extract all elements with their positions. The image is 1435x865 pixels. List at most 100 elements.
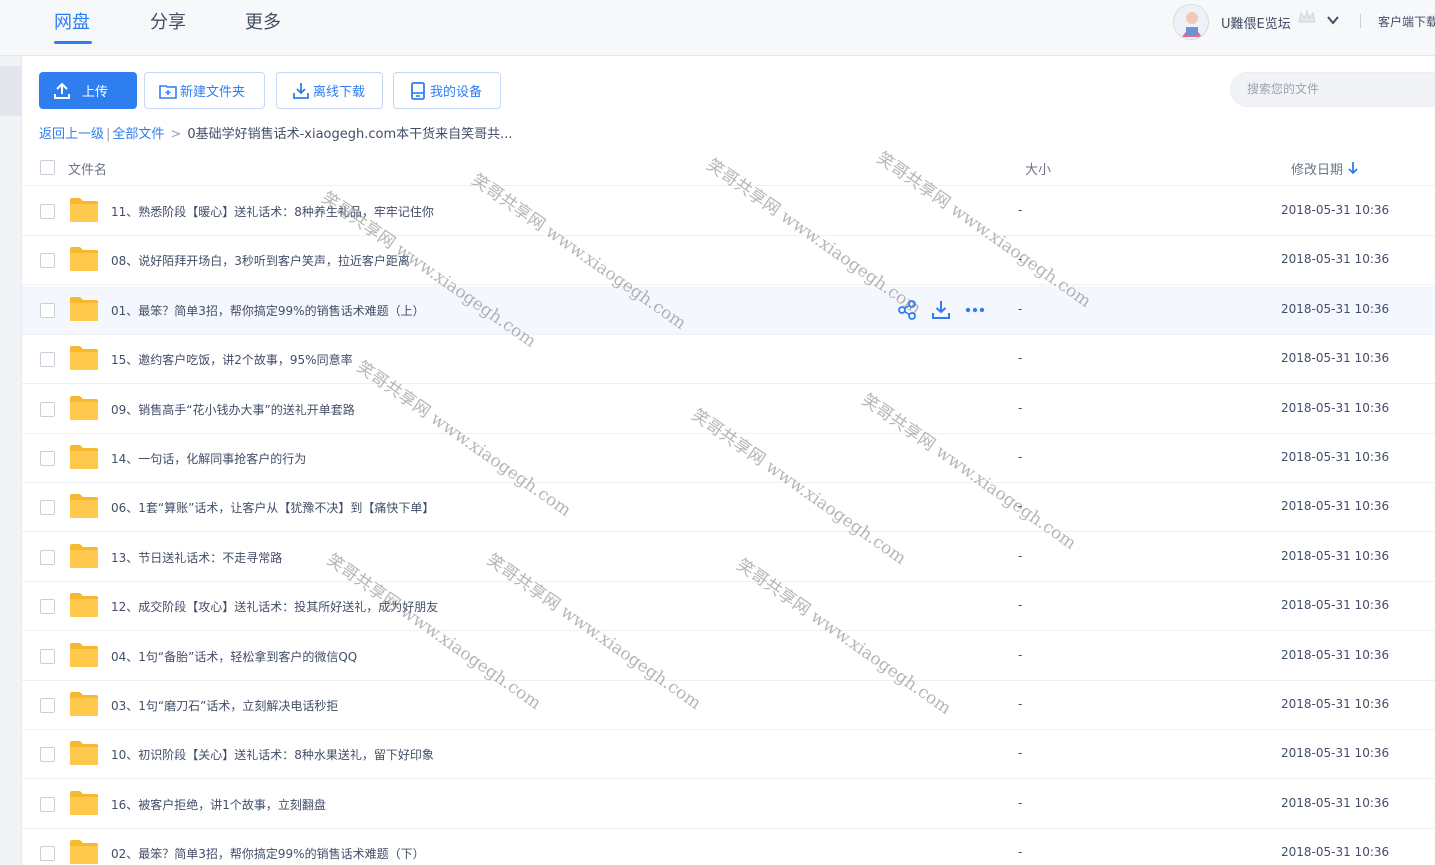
file-name[interactable]: 14、一句话，化解同事抢客户的行为 xyxy=(111,450,306,467)
table-row[interactable]: 13、节日送礼话术：不走寻常路 - 2018-05-31 10:36 xyxy=(22,532,1435,582)
tab-netdisk[interactable]: 网盘 xyxy=(54,8,90,34)
table-row[interactable]: 03、1句“磨刀石”话术，立刻解决电话秒拒 - 2018-05-31 10:36 xyxy=(22,681,1435,730)
more-options-icon[interactable] xyxy=(964,299,986,321)
table-row[interactable]: 10、初识阶段【关心】送礼话术：8种水果送礼，留下好印象 - 2018-05-31 … xyxy=(22,730,1435,780)
client-download-link[interactable]: 客户端下载 xyxy=(1378,13,1435,30)
row-checkbox[interactable] xyxy=(40,204,55,219)
file-name[interactable]: 08、说好陌拜开场白，3秒听到客户笑声，拉近客户距离 xyxy=(111,252,410,269)
folder-plus-icon xyxy=(159,84,177,99)
file-date: 2018-05-31 10:36 xyxy=(1281,697,1390,711)
file-date: 2018-05-31 10:36 xyxy=(1281,746,1390,761)
tab-share[interactable]: 分享 xyxy=(150,8,186,34)
file-name[interactable]: 09、销售高手“花小钱办大事”的送礼开单套路 xyxy=(111,401,355,418)
file-name[interactable]: 16、被客户拒绝，讲1个故事，立刻翻盘 xyxy=(111,796,326,813)
column-header-size[interactable]: 大小 xyxy=(1025,159,1051,178)
folder-icon xyxy=(70,840,98,865)
table-row[interactable]: 09、销售高手“花小钱办大事”的送礼开单套路 - 2018-05-31 10:36 xyxy=(22,384,1435,434)
column-header-date[interactable]: 修改日期 xyxy=(1291,159,1343,178)
file-name[interactable]: 15、邀约客户吃饭，讲2个故事，95%同意率 xyxy=(111,351,353,368)
file-name[interactable]: 11、熟悉阶段【暖心】送礼话术：8种养生礼品，牢牢记住你 xyxy=(111,203,434,220)
folder-icon xyxy=(70,593,98,618)
tab-more[interactable]: 更多 xyxy=(245,8,281,34)
table-row[interactable]: 01、最笨？简单3招，帮你搞定99%的销售话术难题（上） - 2018-05-31 … xyxy=(22,285,1435,335)
column-header-name[interactable]: 文件名 xyxy=(68,159,107,178)
file-name[interactable]: 04、1句“备胎”话术，轻松拿到客户的微信QQ xyxy=(111,648,357,665)
chevron-down-icon[interactable] xyxy=(1326,13,1340,27)
folder-icon xyxy=(70,395,98,420)
table-row[interactable]: 11、熟悉阶段【暖心】送礼话术：8种养生礼品，牢牢记住你 - 2018-05-31 … xyxy=(22,187,1435,236)
file-name[interactable]: 13、节日送礼话术：不走寻常路 xyxy=(111,549,282,566)
file-name[interactable]: 12、成交阶段【攻心】送礼话术：投其所好送礼，成为好朋友 xyxy=(111,598,438,615)
file-name[interactable]: 02、最笨？简单3招，帮你搞定99%的销售话术难题（下） xyxy=(111,845,425,862)
upload-button[interactable]: 上传 xyxy=(39,72,137,109)
breadcrumb-all-files-link[interactable]: 全部文件 xyxy=(112,127,164,142)
row-checkbox[interactable] xyxy=(40,253,55,269)
folder-icon xyxy=(70,543,98,568)
my-devices-button[interactable]: 我的设备 xyxy=(393,72,501,109)
file-size: - xyxy=(1018,252,1023,267)
file-date: 2018-05-31 10:36 xyxy=(1281,598,1390,613)
row-checkbox[interactable] xyxy=(40,549,55,565)
new-folder-button[interactable]: 新建文件夹 xyxy=(144,72,265,109)
row-checkbox[interactable] xyxy=(40,796,55,812)
file-name[interactable]: 01、最笨？简单3招，帮你搞定99%的销售话术难题（上） xyxy=(111,302,425,319)
table-row[interactable]: 15、邀约客户吃饭，讲2个故事，95%同意率 - 2018-05-31 10:36 xyxy=(22,335,1435,385)
folder-icon xyxy=(70,741,98,766)
file-date: 2018-05-31 10:36 xyxy=(1281,548,1390,563)
file-size: - xyxy=(1018,598,1023,613)
row-checkbox[interactable] xyxy=(40,846,55,862)
row-checkbox[interactable] xyxy=(40,599,55,615)
row-actions xyxy=(896,299,990,321)
row-checkbox[interactable] xyxy=(40,451,55,466)
select-all-checkbox[interactable] xyxy=(40,160,55,175)
folder-icon xyxy=(70,642,98,667)
file-name[interactable]: 03、1句“磨刀石”话术，立刻解决电话秒拒 xyxy=(111,697,338,714)
file-date: 2018-05-31 10:36 xyxy=(1281,499,1390,514)
search-input[interactable]: 搜索您的文件 xyxy=(1230,72,1435,107)
row-checkbox[interactable] xyxy=(40,352,55,368)
row-checkbox[interactable] xyxy=(40,302,55,318)
download-icon[interactable] xyxy=(930,299,952,321)
folder-icon xyxy=(70,692,98,716)
folder-icon xyxy=(70,494,98,519)
file-name[interactable]: 06、1套“算账”话术，让客户从【犹豫不决】到【痛快下单】 xyxy=(111,499,434,516)
table-row[interactable]: 04、1句“备胎”话术，轻松拿到客户的微信QQ - 2018-05-31 10:36 xyxy=(22,631,1435,681)
file-size: - xyxy=(1018,203,1023,217)
file-name[interactable]: 10、初识阶段【关心】送礼话术：8种水果送礼，留下好印象 xyxy=(111,746,434,763)
file-size: - xyxy=(1018,400,1023,415)
breadcrumb: 返回上一级 | 全部文件 >0基础学好销售话术-xiaogegh.com本干货来自笑哥… xyxy=(39,123,513,142)
sidebar-selected-item[interactable] xyxy=(0,66,22,116)
table-row[interactable]: 08、说好陌拜开场白，3秒听到客户笑声，拉近客户距离 - 2018-05-31 10… xyxy=(22,236,1435,286)
file-size: - xyxy=(1018,845,1023,860)
table-row[interactable]: 14、一句话，化解同事抢客户的行为 - 2018-05-31 10:36 xyxy=(22,434,1435,483)
table-row[interactable]: 06、1套“算账”话术，让客户从【犹豫不决】到【痛快下单】 - 2018-05-31… xyxy=(22,483,1435,533)
breadcrumb-separator: | xyxy=(106,127,111,142)
upload-icon xyxy=(54,82,70,99)
folder-icon xyxy=(70,296,98,321)
file-date: 2018-05-31 10:36 xyxy=(1281,252,1390,267)
file-size: - xyxy=(1018,697,1023,711)
vip-crown-icon xyxy=(1298,9,1316,23)
folder-icon xyxy=(70,247,98,272)
row-checkbox[interactable] xyxy=(40,401,55,417)
row-checkbox[interactable] xyxy=(40,698,55,713)
row-checkbox[interactable] xyxy=(40,648,55,664)
file-size: - xyxy=(1018,450,1023,464)
sort-arrow-down-icon[interactable] xyxy=(1347,161,1359,175)
share-icon[interactable] xyxy=(896,299,918,321)
row-checkbox[interactable] xyxy=(40,500,55,516)
avatar[interactable] xyxy=(1173,4,1209,40)
offline-download-button[interactable]: 离线下载 xyxy=(276,72,383,109)
table-row[interactable]: 02、最笨？简单3招，帮你搞定99%的销售话术难题（下） - 2018-05-31 … xyxy=(22,829,1435,865)
active-tab-indicator xyxy=(54,41,92,44)
row-checkbox[interactable] xyxy=(40,747,55,763)
my-devices-label: 我的设备 xyxy=(430,85,483,100)
table-row[interactable]: 16、被客户拒绝，讲1个故事，立刻翻盘 - 2018-05-31 10:36 xyxy=(22,779,1435,829)
left-sidebar xyxy=(0,56,22,865)
offline-download-label: 离线下载 xyxy=(313,85,366,100)
file-date: 2018-05-31 10:36 xyxy=(1281,203,1390,217)
breadcrumb-back-link[interactable]: 返回上一级 xyxy=(39,127,104,142)
table-header: 文件名 大小 修改日期 xyxy=(22,148,1435,186)
table-row[interactable]: 12、成交阶段【攻心】送礼话术：投其所好送礼，成为好朋友 - 2018-05-31 … xyxy=(22,582,1435,632)
username[interactable]: U難偎E览坛 xyxy=(1221,13,1291,32)
